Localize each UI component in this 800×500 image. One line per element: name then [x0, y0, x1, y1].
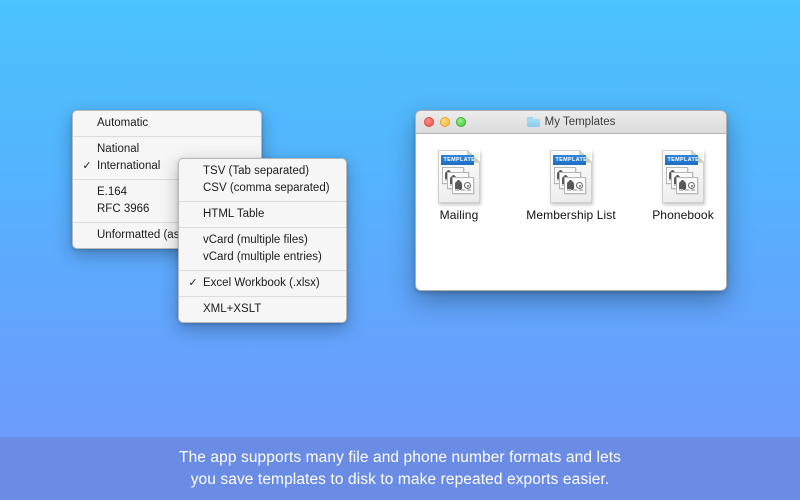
menu-group: vCard (multiple files) vCard (multiple en… — [179, 232, 346, 266]
menu-group: ✓ Excel Workbook (.xlsx) — [179, 275, 346, 292]
template-badge-label: TEMPLATE — [665, 157, 698, 163]
export-file-type-menu[interactable]: TSV (Tab separated) CSV (comma separated)… — [178, 158, 347, 323]
template-document-icon: TEMPLATE — [662, 150, 704, 203]
at-sign-icon — [576, 182, 583, 189]
menu-item-automatic[interactable]: Automatic — [73, 115, 261, 132]
menu-separator — [179, 296, 346, 297]
file-item[interactable]: TEMPLATEMembership List — [532, 150, 610, 222]
menu-item-label: vCard (multiple entries) — [203, 251, 322, 263]
menu-separator — [179, 227, 346, 228]
menu-item-label: RFC 3966 — [97, 203, 149, 215]
menu-separator — [73, 136, 261, 137]
file-icon-grid: TEMPLATEMailingTEMPLATEMembership ListTE… — [416, 134, 726, 222]
contact-card — [676, 177, 698, 194]
menu-item-label: CSV (comma separated) — [203, 182, 330, 194]
template-badge-label: TEMPLATE — [441, 157, 474, 163]
folder-icon — [527, 117, 540, 127]
menu-group: HTML Table — [179, 206, 346, 223]
file-item[interactable]: TEMPLATE Mailing — [420, 150, 498, 222]
menu-item-label: HTML Table — [203, 208, 264, 220]
menu-item-label: International — [97, 160, 160, 172]
menu-item-label: Excel Workbook (.xlsx) — [203, 277, 320, 289]
template-badge: TEMPLATE — [441, 155, 474, 165]
template-badge-label: TEMPLATE — [553, 157, 586, 163]
menu-group: TSV (Tab separated) CSV (comma separated) — [179, 163, 346, 197]
file-label: Membership List — [526, 208, 616, 222]
menu-separator — [179, 270, 346, 271]
menu-separator — [179, 201, 346, 202]
contact-card — [452, 177, 474, 194]
at-sign-icon — [688, 182, 695, 189]
caption-line-1: The app supports many file and phone num… — [179, 447, 621, 469]
menu-group: Automatic — [73, 115, 261, 132]
menu-item-label: vCard (multiple files) — [203, 234, 308, 246]
menu-item-vcard-multiple-files[interactable]: vCard (multiple files) — [179, 232, 346, 249]
menu-item-label: E.164 — [97, 186, 127, 198]
contact-cards-group — [442, 167, 476, 197]
card-text-lines — [567, 189, 583, 191]
contact-cards-group — [554, 167, 588, 197]
minimize-button[interactable] — [440, 117, 450, 127]
menu-group: XML+XSLT — [179, 301, 346, 318]
menu-item-vcard-multiple-entries[interactable]: vCard (multiple entries) — [179, 249, 346, 266]
menu-item-national[interactable]: National — [73, 141, 261, 158]
template-badge: TEMPLATE — [553, 155, 586, 165]
contact-cards-group — [666, 167, 700, 197]
at-sign-icon — [464, 182, 471, 189]
card-text-lines — [679, 189, 695, 191]
screenshot-stage: Automatic National ✓ International E.164 RFC … — [0, 0, 800, 500]
menu-item-label: Automatic — [97, 117, 148, 129]
template-document-icon: TEMPLATE — [550, 150, 592, 203]
template-document-icon: TEMPLATE — [438, 150, 480, 203]
card-text-lines — [455, 189, 471, 191]
file-label: Phonebook — [652, 208, 714, 222]
caption-band: The app supports many file and phone num… — [0, 437, 800, 500]
close-button[interactable] — [424, 117, 434, 127]
window-title: My Templates — [545, 116, 616, 128]
traffic-light-group — [424, 117, 466, 127]
finder-content-area: TEMPLATEMailingTEMPLATEMembership ListTE… — [416, 134, 726, 291]
finder-window[interactable]: My Templates TEMPLATEMailingTEMPLATEMemb… — [415, 110, 727, 291]
file-label: Mailing — [440, 208, 479, 222]
caption-line-2: you save templates to disk to make repea… — [191, 469, 610, 491]
menu-item-csv-comma-separated[interactable]: CSV (comma separated) — [179, 180, 346, 197]
menu-item-label: TSV (Tab separated) — [203, 165, 309, 177]
zoom-button[interactable] — [456, 117, 466, 127]
menu-item-label: National — [97, 143, 139, 155]
menu-item-excel-workbook-xlsx[interactable]: ✓ Excel Workbook (.xlsx) — [179, 275, 346, 292]
menu-item-html-table[interactable]: HTML Table — [179, 206, 346, 223]
checkmark-icon: ✓ — [188, 275, 198, 292]
menu-item-tsv-tab-separated[interactable]: TSV (Tab separated) — [179, 163, 346, 180]
menu-item-label: XML+XSLT — [203, 303, 261, 315]
menu-item-xml-xslt[interactable]: XML+XSLT — [179, 301, 346, 318]
contact-card — [564, 177, 586, 194]
template-badge: TEMPLATE — [665, 155, 698, 165]
window-titlebar[interactable]: My Templates — [416, 111, 726, 134]
file-item[interactable]: TEMPLATE Phonebook — [644, 150, 722, 222]
checkmark-icon: ✓ — [82, 158, 92, 175]
